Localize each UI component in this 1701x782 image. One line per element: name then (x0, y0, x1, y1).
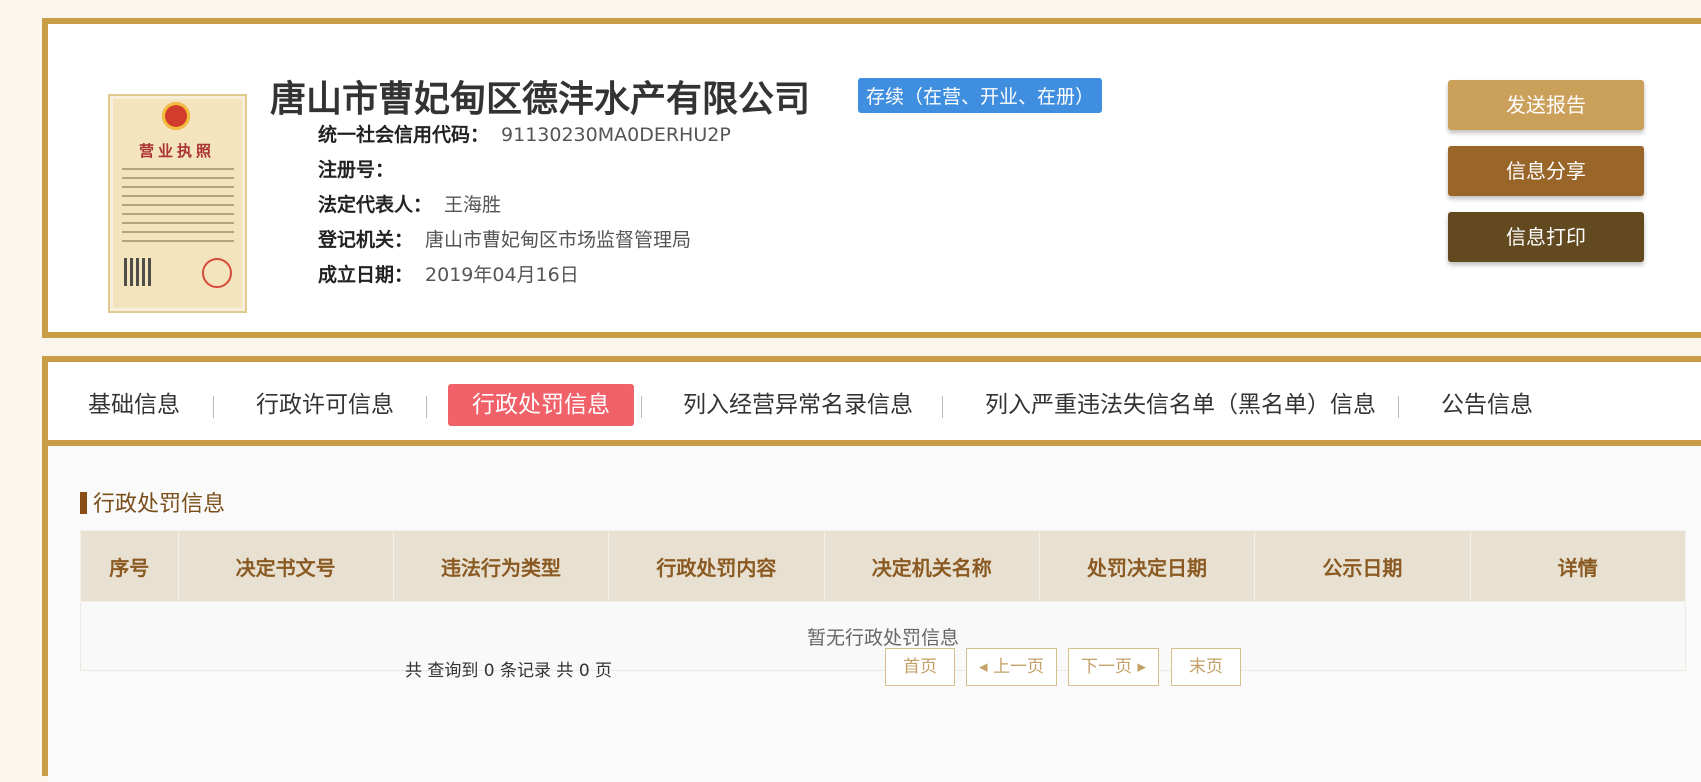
business-license-image[interactable]: 营业执照 (108, 94, 247, 313)
penalty-content: 行政处罚信息 序号 决定书文号 违法行为类型 行政处罚内容 决定机关名称 处罚决… (48, 446, 1701, 782)
section-title: 行政处罚信息 (80, 486, 225, 518)
tab-blacklist[interactable]: 列入严重违法失信名单（黑名单）信息 (985, 384, 1376, 426)
prev-page-button[interactable]: ◂ 上一页 (966, 648, 1057, 686)
send-report-button[interactable]: 发送报告 (1448, 80, 1644, 130)
credit-code-row: 统一社会信用代码： 91130230MA0DERHU2P (318, 120, 731, 147)
tab-separator (641, 396, 642, 418)
section-title-text: 行政处罚信息 (93, 492, 226, 517)
penalty-table: 序号 决定书文号 违法行为类型 行政处罚内容 决定机关名称 处罚决定日期 公示日… (80, 530, 1687, 671)
founded-label: 成立日期： (318, 264, 414, 286)
table-header-row: 序号 决定书文号 违法行为类型 行政处罚内容 决定机关名称 处罚决定日期 公示日… (80, 530, 1687, 602)
next-page-button[interactable]: 下一页 ▸ (1068, 648, 1159, 686)
status-badge: 存续（在营、开业、在册） (858, 78, 1103, 113)
authority-value: 唐山市曹妃甸区市场监督管理局 (425, 229, 692, 251)
credit-code-value: 91130230MA0DERHU2P (501, 124, 731, 146)
col-header: 处罚决定日期 (1038, 530, 1256, 602)
tab-separator (213, 396, 214, 418)
col-header: 决定机关名称 (823, 530, 1040, 602)
founded-value: 2019年04月16日 (425, 264, 579, 286)
tab-admin-license[interactable]: 行政许可信息 (256, 384, 394, 426)
col-header: 违法行为类型 (392, 530, 610, 602)
col-header: 决定书文号 (177, 530, 394, 602)
tab-separator (426, 396, 427, 418)
reg-no-label: 注册号： (318, 159, 395, 181)
company-header-card: 营业执照 唐山市曹妃甸区德沣水产有限公司 存续（在营、开业、在册） 统一社会信用… (42, 18, 1701, 338)
detail-tabs-card: 基础信息 行政许可信息 行政处罚信息 列入经营异常名录信息 列入严重违法失信名单… (42, 356, 1701, 782)
founded-row: 成立日期： 2019年04月16日 (318, 260, 579, 287)
empty-message: 暂无行政处罚信息 (80, 601, 1686, 671)
pager-summary: 共 查询到 0 条记录 共 0 页 (405, 661, 613, 681)
authority-label: 登记机关： (318, 229, 414, 251)
reg-no-row: 注册号： (318, 155, 406, 182)
print-info-button[interactable]: 信息打印 (1448, 212, 1644, 262)
tab-admin-penalty[interactable]: 行政处罚信息 (448, 384, 634, 426)
col-header: 序号 (80, 530, 179, 602)
first-page-button[interactable]: 首页 (885, 648, 955, 686)
company-name: 唐山市曹妃甸区德沣水产有限公司 (270, 79, 811, 120)
license-text-lines (122, 168, 234, 249)
license-title: 营业执照 (138, 142, 215, 160)
seal-icon (202, 258, 232, 288)
share-info-button[interactable]: 信息分享 (1448, 146, 1644, 196)
legal-rep-value: 王海胜 (444, 194, 502, 216)
authority-row: 登记机关： 唐山市曹妃甸区市场监督管理局 (318, 225, 691, 252)
national-emblem-icon (162, 102, 190, 130)
tab-abnormal-operations[interactable]: 列入经营异常名录信息 (683, 384, 913, 426)
credit-code-label: 统一社会信用代码： (318, 124, 490, 146)
legal-rep-row: 法定代表人： 王海胜 (318, 190, 501, 217)
table-row: 暂无行政处罚信息 (80, 601, 1686, 671)
tab-basic-info[interactable]: 基础信息 (88, 384, 180, 426)
col-header: 公示日期 (1254, 530, 1471, 602)
legal-rep-label: 法定代表人： (318, 194, 433, 216)
col-header: 详情 (1469, 530, 1687, 602)
tab-separator (942, 396, 943, 418)
tab-announcements[interactable]: 公告信息 (1441, 384, 1533, 426)
col-header: 行政处罚内容 (608, 530, 825, 602)
last-page-button[interactable]: 末页 (1171, 648, 1241, 686)
tab-separator (1398, 396, 1399, 418)
title-bar-icon (80, 492, 87, 514)
qr-code-icon (124, 258, 152, 286)
tab-bar: 基础信息 行政许可信息 行政处罚信息 列入经营异常名录信息 列入严重违法失信名单… (48, 362, 1701, 446)
